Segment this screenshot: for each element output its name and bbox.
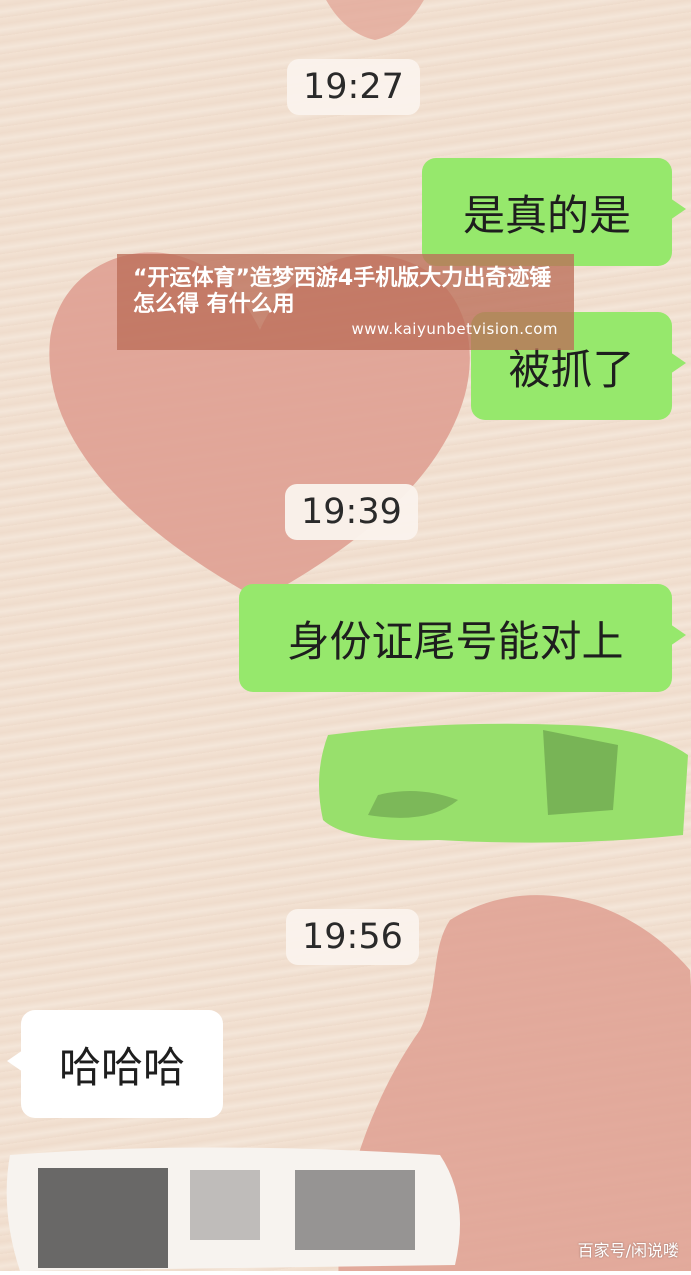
heart-decoration-top: [326, 0, 424, 40]
chat-bubble-sent[interactable]: 身份证尾号能对上: [239, 584, 686, 692]
timestamp: 19:39: [285, 484, 418, 540]
timestamp: 19:56: [286, 909, 419, 965]
chat-bubble-received[interactable]: 哈哈哈: [7, 1010, 223, 1118]
redacted-message-white: [0, 1140, 470, 1271]
article-url: www.kaiyunbetvision.com: [351, 320, 558, 338]
article-title: “开运体育”造梦西游4手机版大力出奇迹锤怎么得 有什么用: [133, 266, 552, 317]
heart-decoration-large: [49, 252, 470, 600]
redacted-message-green: [318, 715, 691, 847]
article-title-overlay[interactable]: “开运体育”造梦西游4手机版大力出奇迹锤怎么得 有什么用 www.kaiyunb…: [117, 254, 574, 350]
chat-bubble-sent[interactable]: 是真的是: [422, 158, 686, 266]
timestamp: 19:27: [287, 59, 420, 115]
source-watermark: 百家号/闲说喽: [577, 1241, 679, 1260]
